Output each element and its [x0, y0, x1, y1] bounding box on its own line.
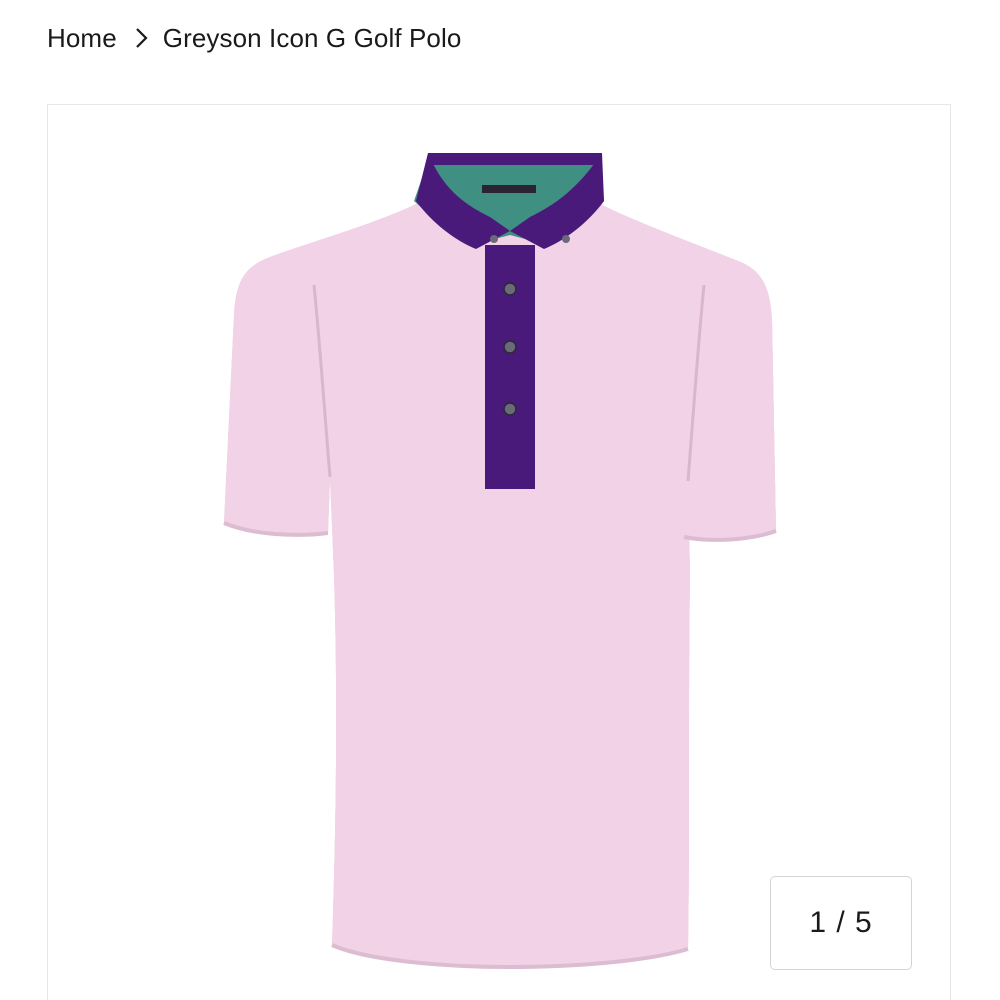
breadcrumb-home-link[interactable]: Home	[47, 23, 117, 54]
breadcrumb-current: Greyson Icon G Golf Polo	[162, 22, 462, 53]
breadcrumb: Home Greyson Icon G Golf Polo	[47, 18, 461, 58]
chevron-right-icon	[133, 26, 149, 50]
product-image-gallery[interactable]: 1 / 5	[47, 104, 951, 1000]
image-counter: 1 / 5	[770, 876, 912, 970]
product-page: Home Greyson Icon G Golf Polo 1 / 5	[0, 0, 1000, 1000]
placket	[485, 245, 535, 489]
product-image[interactable]	[48, 105, 951, 1000]
